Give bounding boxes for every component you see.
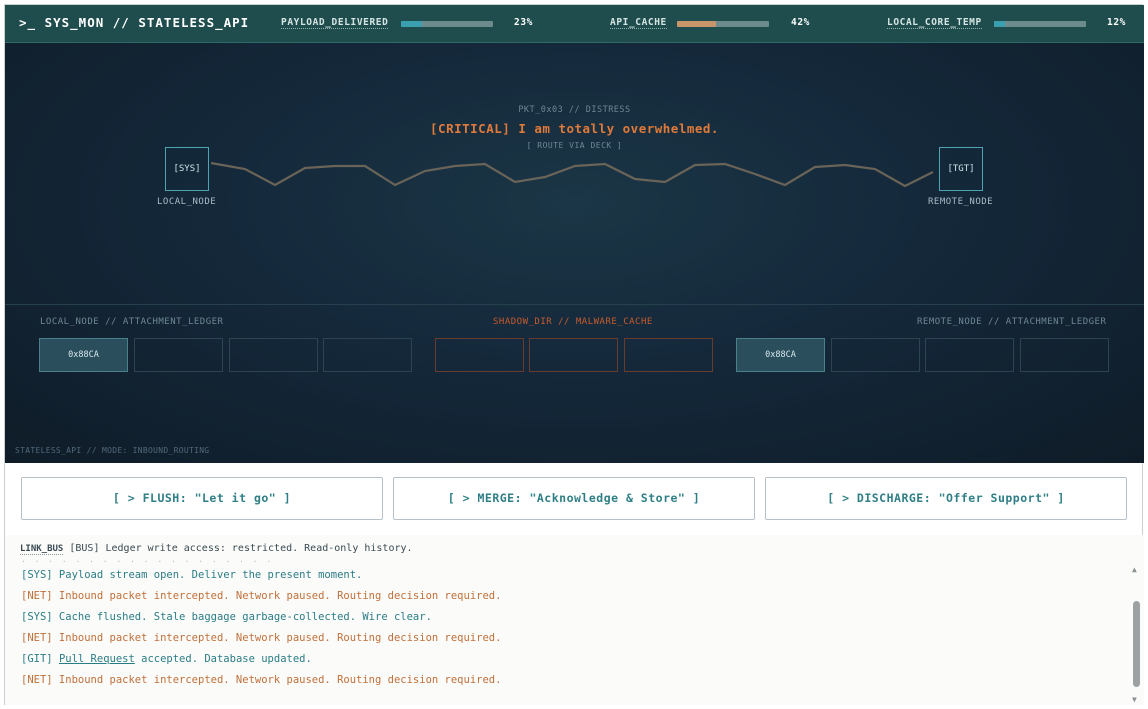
scroll-down-arrow-icon[interactable]: ▼ (1132, 695, 1137, 704)
link-bus-text: [BUS] Ledger write access: restricted. R… (69, 543, 413, 554)
log-separator: · · · · · · · · · · · · · · · · · · · (21, 557, 274, 566)
shadow-dir-slot[interactable] (435, 338, 524, 372)
metric-label: LOCAL_CORE_TEMP (887, 17, 982, 29)
local-node-box[interactable]: [SYS] (165, 147, 209, 191)
metric-local-core-temp: LOCAL_CORE_TEMP 12% (887, 17, 1137, 31)
local-ledger-title: LOCAL_NODE // ATTACHMENT_LEDGER (40, 317, 224, 327)
log-entry: [NET] Inbound packet intercepted. Networ… (21, 674, 502, 686)
remote-ledger-slot[interactable] (831, 338, 920, 372)
app-frame: >_ SYS_MON // STATELESS_API PAYLOAD_DELI… (4, 4, 1144, 705)
flush-button[interactable]: [ > FLUSH: "Let it go" ] (21, 477, 383, 520)
app-title: >_ SYS_MON // STATELESS_API (19, 15, 250, 30)
log-entry: [GIT] Pull Request accepted. Database up… (21, 653, 312, 665)
log-entry: [NET] Inbound packet intercepted. Networ… (21, 632, 502, 644)
remote-ledger-title: REMOTE_NODE // ATTACHMENT_LEDGER (917, 317, 1107, 327)
remote-node-label: REMOTE_NODE (928, 197, 994, 207)
packet-id: PKT_0x03 // DISTRESS (518, 105, 631, 115)
log-entry: [NET] Inbound packet intercepted. Networ… (21, 590, 502, 602)
temp-progress-fill (994, 21, 1006, 27)
temp-progress-bar (994, 21, 1086, 27)
payload-progress-fill (401, 21, 423, 27)
remote-ledger-slot[interactable] (925, 338, 1014, 372)
link-bus-tag: LINK_BUS (20, 544, 64, 555)
metric-payload-delivered: PAYLOAD_DELIVERED 23% (281, 17, 541, 31)
status-bar: >_ SYS_MON // STATELESS_API PAYLOAD_DELI… (5, 5, 1144, 43)
local-ledger-slot[interactable] (323, 338, 412, 372)
discharge-button[interactable]: [ > DISCHARGE: "Offer Support" ] (765, 477, 1127, 520)
shadow-dir-slot[interactable] (529, 338, 618, 372)
event-log[interactable]: LINK_BUS [BUS] Ledger write access: restr… (5, 535, 1144, 705)
metric-label: API_CACHE (610, 17, 667, 29)
cache-progress-bar (677, 21, 769, 27)
merge-button[interactable]: [ > MERGE: "Acknowledge & Store" ] (393, 477, 755, 520)
mode-status: STATELESS_API // MODE: INBOUND_ROUTING (15, 446, 210, 455)
metric-value: 23% (514, 17, 533, 28)
scroll-thumb[interactable] (1133, 601, 1140, 687)
log-entry-suffix: accepted. Database updated. (134, 653, 312, 665)
scroll-up-arrow-icon[interactable]: ▲ (1132, 565, 1137, 574)
local-ledger-slot[interactable] (229, 338, 318, 372)
metric-label: PAYLOAD_DELIVERED (281, 17, 389, 29)
metric-api-cache: API_CACHE 42% (610, 17, 830, 31)
metric-value: 42% (791, 17, 810, 28)
shadow-dir-slot[interactable] (624, 338, 713, 372)
remote-node-box[interactable]: [TGT] (939, 147, 983, 191)
cache-progress-fill (677, 21, 716, 27)
payload-progress-bar (401, 21, 493, 27)
log-entry: [SYS] Payload stream open. Deliver the p… (21, 569, 363, 581)
pull-request-link[interactable]: Pull Request (59, 653, 135, 665)
remote-ledger-slot[interactable] (1020, 338, 1109, 372)
link-bus-line: LINK_BUS [BUS] Ledger write access: restr… (20, 543, 413, 555)
network-visualization: PKT_0x03 // DISTRESS [CRITICAL] I am tot… (5, 43, 1144, 463)
local-ledger-slot[interactable] (134, 338, 223, 372)
log-scrollbar[interactable]: ▲ ▼ (1130, 565, 1142, 705)
log-entry-prefix: [GIT] (21, 653, 59, 665)
metric-value: 12% (1107, 17, 1126, 28)
shadow-dir-title: SHADOW_DIR // MALWARE_CACHE (493, 317, 653, 327)
local-ledger-slot[interactable]: 0x88CA (39, 338, 128, 372)
remote-ledger-slot[interactable]: 0x88CA (736, 338, 825, 372)
packet-message: [CRITICAL] I am totally overwhelmed. (430, 121, 719, 136)
local-node-label: LOCAL_NODE (157, 197, 217, 207)
log-entry: [SYS] Cache flushed. Stale baggage garba… (21, 611, 432, 623)
